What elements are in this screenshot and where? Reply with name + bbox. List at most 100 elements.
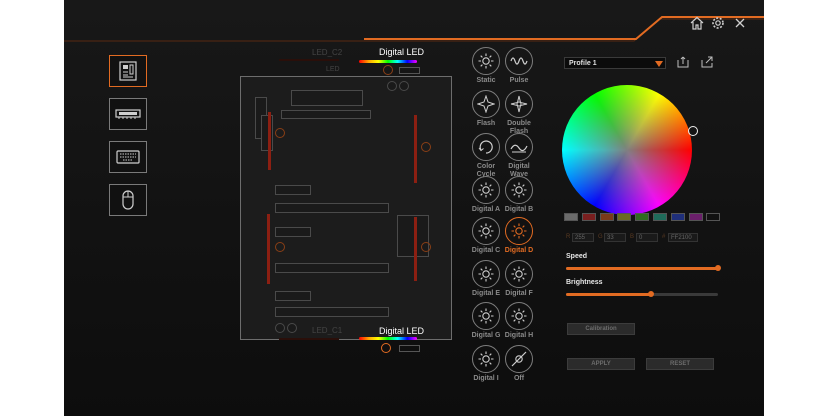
color-swatch[interactable]: [617, 213, 632, 221]
effect-digital-f-button[interactable]: Digital F: [502, 260, 536, 298]
effect-digital-e-button[interactable]: Digital E: [469, 260, 503, 298]
hex-input[interactable]: FF2100: [668, 233, 698, 242]
digital-led-top-indicator: [383, 65, 393, 75]
digital-led-top-header: [399, 67, 420, 74]
speed-slider[interactable]: [566, 265, 721, 271]
b-input[interactable]: 0: [636, 233, 658, 242]
effect-digital-h-button[interactable]: Digital H: [502, 302, 536, 340]
motherboard-icon: [119, 61, 137, 81]
effect-color-cycle-button[interactable]: Color Cycle: [469, 133, 503, 179]
led-zone-indicator[interactable]: [421, 142, 431, 152]
board-chip: [291, 90, 363, 106]
led-zone-bar: [414, 115, 417, 183]
digital-led-bottom-rainbow: [359, 337, 417, 340]
color-swatch[interactable]: [688, 213, 703, 221]
color-wheel[interactable]: [562, 85, 692, 215]
color-wheel-handle[interactable]: [688, 126, 698, 136]
sun-icon: [477, 52, 495, 70]
calibration-button[interactable]: Calibration: [567, 323, 635, 335]
color-swatch[interactable]: [653, 213, 667, 221]
board-slot: [275, 307, 389, 317]
effect-label: Pulse: [509, 77, 529, 84]
g-input[interactable]: 33: [604, 233, 626, 242]
color-swatch[interactable]: [670, 213, 685, 221]
memory-icon: [115, 109, 141, 119]
color-swatch[interactable]: [635, 213, 650, 221]
close-icon: [735, 18, 745, 28]
effect-digital-g-button[interactable]: Digital G: [469, 302, 503, 340]
led-zone-indicator[interactable]: [275, 128, 285, 138]
settings-button[interactable]: [709, 14, 727, 32]
effect-icon-frame: [472, 133, 500, 161]
effect-digital-wave-button[interactable]: Digital Wave: [502, 133, 536, 179]
reset-button[interactable]: RESET: [646, 358, 714, 370]
brightness-slider-handle[interactable]: [648, 291, 655, 297]
digital-led-top-rainbow: [359, 60, 417, 63]
color-swatch[interactable]: [581, 213, 596, 221]
brightness-label: Brightness: [566, 279, 603, 286]
brightness-slider[interactable]: [566, 291, 718, 297]
hex-value: FF2100: [671, 235, 692, 241]
effect-flash-button[interactable]: Flash: [469, 90, 503, 128]
digital-led-bottom-header: [399, 345, 420, 352]
color-swatch[interactable]: [706, 213, 721, 221]
effect-label: Digital H: [504, 332, 534, 339]
led-zone-indicator[interactable]: [275, 242, 285, 252]
effect-digital-b-button[interactable]: Digital B: [502, 176, 536, 214]
home-button[interactable]: [688, 14, 706, 32]
effect-double-flash-button[interactable]: Double Flash: [502, 90, 536, 136]
effect-icon-frame: [472, 345, 500, 373]
board-slot: [275, 185, 311, 195]
led-c2-label: LED_C2: [312, 48, 343, 57]
effect-label: Digital E: [471, 290, 500, 297]
speed-slider-handle[interactable]: [715, 265, 721, 271]
double-flash-icon: [510, 95, 528, 113]
board-slot: [275, 227, 311, 237]
sidebar-item-keyboard[interactable]: [109, 141, 147, 173]
sidebar-item-mouse[interactable]: [109, 184, 147, 216]
sidebar-item-memory[interactable]: [109, 98, 147, 130]
digital-wave-icon: [510, 138, 528, 156]
led-zone-bar: [268, 112, 271, 170]
effect-pulse-button[interactable]: Pulse: [502, 47, 536, 85]
led-zone-bar: [267, 214, 270, 284]
sun-icon: [477, 265, 495, 283]
effect-digital-c-button[interactable]: Digital C: [469, 217, 503, 255]
export-profile-button[interactable]: [700, 55, 714, 74]
effect-off-button[interactable]: Off: [502, 345, 536, 383]
effect-static-button[interactable]: Static: [469, 47, 503, 85]
close-button[interactable]: [731, 14, 749, 32]
home-icon: [690, 16, 704, 30]
board-component: [275, 323, 285, 333]
apply-button[interactable]: APPLY: [567, 358, 635, 370]
sun-icon: [510, 307, 528, 325]
led-zone-indicator[interactable]: [421, 242, 431, 252]
effect-icon-frame: [505, 47, 533, 75]
g-value: 33: [607, 235, 614, 241]
r-input[interactable]: 255: [572, 233, 594, 242]
sidebar-item-motherboard[interactable]: [109, 55, 147, 87]
led-c1-strip: [279, 338, 339, 340]
effect-digital-a-button[interactable]: Digital A: [469, 176, 503, 214]
keyboard-icon: [116, 150, 140, 164]
rgb-fusion-window: LED_C2 Digital LED LED LED_C1 Digital LE…: [64, 0, 764, 416]
effect-digital-d-button[interactable]: Digital D: [502, 217, 536, 255]
color-swatch[interactable]: [564, 213, 578, 221]
digital-led-bottom-indicator[interactable]: [381, 343, 391, 353]
color-swatch[interactable]: [599, 213, 614, 221]
effect-digital-i-button[interactable]: Digital I: [469, 345, 503, 383]
import-icon: [677, 56, 689, 68]
sun-icon: [510, 222, 528, 240]
gear-icon: [712, 17, 724, 29]
profile-select[interactable]: Profile 1: [564, 57, 666, 69]
effect-icon-frame: [472, 260, 500, 288]
brightness-slider-fill: [566, 293, 652, 296]
effect-icon-frame: [505, 302, 533, 330]
digital-led-bottom-label: Digital LED: [379, 326, 425, 336]
led-c2-strip: [279, 59, 339, 61]
r-value: 255: [575, 235, 586, 241]
sun-icon: [477, 222, 495, 240]
import-profile-button[interactable]: [676, 55, 690, 74]
sun-icon: [477, 307, 495, 325]
effect-icon-frame: [472, 90, 500, 118]
